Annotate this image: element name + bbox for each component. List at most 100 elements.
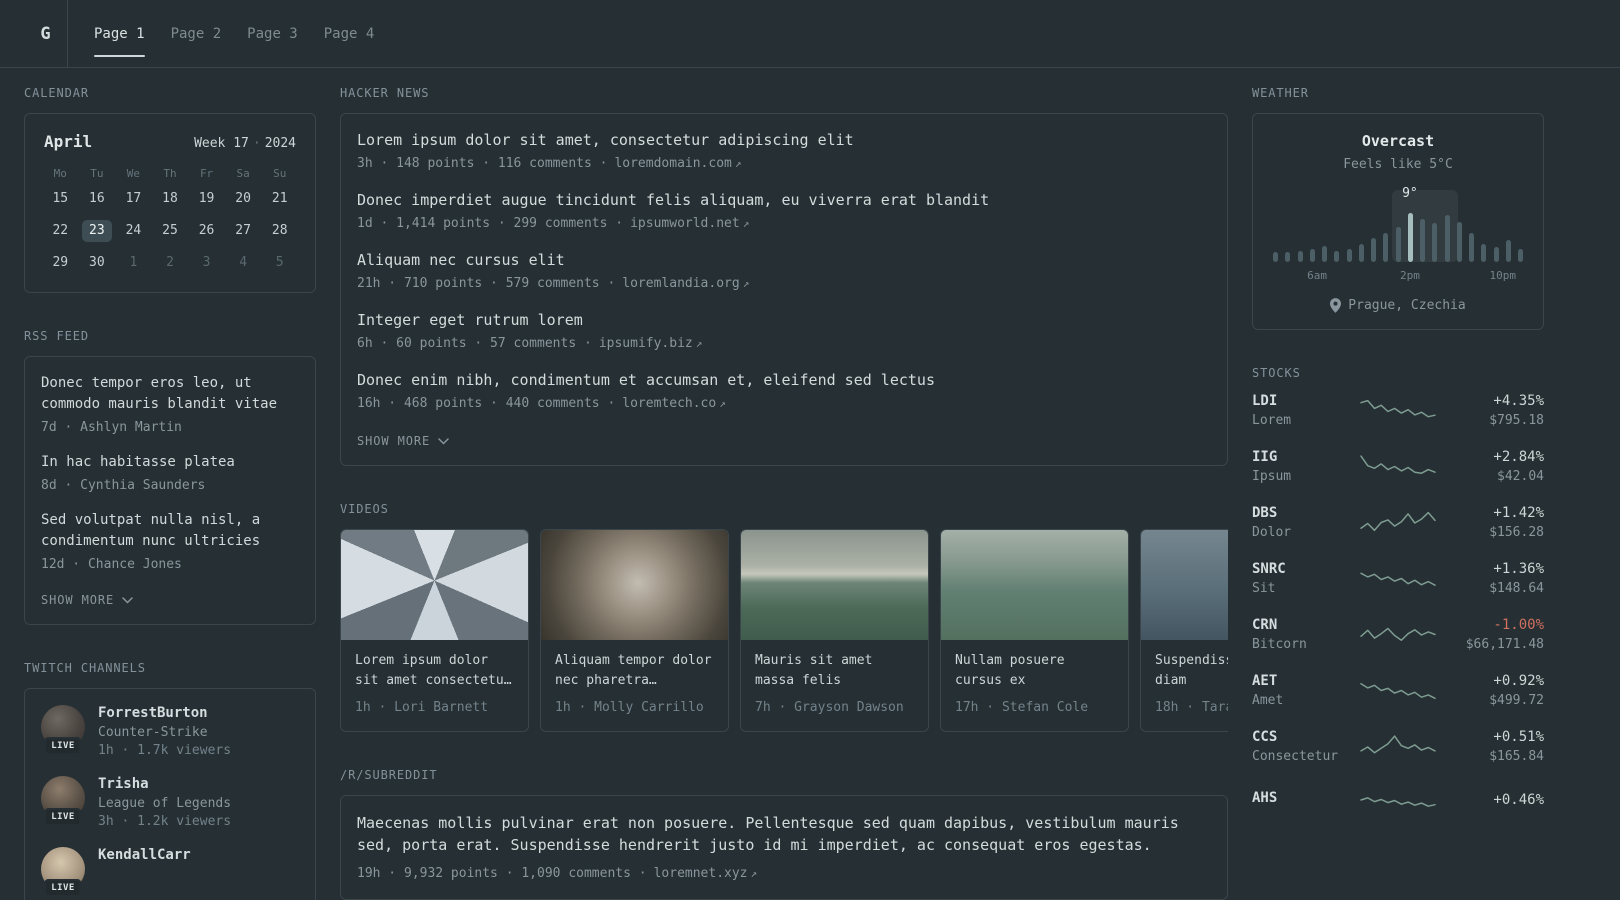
tab-page-2[interactable]: Page 2 bbox=[171, 0, 222, 67]
video-card[interactable]: Lorem ipsum dolor sit amet consectetu… 1… bbox=[340, 529, 529, 732]
video-card[interactable]: Nullam posuere cursus ex 17h · Stefan Co… bbox=[940, 529, 1129, 732]
calendar-day-cell: 27 bbox=[235, 223, 251, 238]
video-card[interactable]: Mauris sit amet massa felis 7h · Grayson… bbox=[740, 529, 929, 732]
rss-item-title[interactable]: Sed volutpat nulla nisl, a condimentum n… bbox=[41, 510, 299, 552]
chevron-down-icon bbox=[122, 596, 133, 604]
hn-item-title[interactable]: Donec enim nibh, condimentum et accumsan… bbox=[357, 370, 1211, 391]
calendar-day-cell: 1 bbox=[129, 255, 138, 270]
tab-page-3[interactable]: Page 3 bbox=[247, 0, 298, 67]
stock-row[interactable]: DBS Dolor +1.42% $156.28 bbox=[1252, 505, 1544, 540]
external-link-icon: ↗ bbox=[734, 157, 742, 170]
stock-row[interactable]: AHS +0.46% bbox=[1252, 785, 1544, 815]
stock-row[interactable]: AET Amet +0.92% $499.72 bbox=[1252, 673, 1544, 708]
stock-symbol: AET bbox=[1252, 673, 1278, 689]
weather-feels-like: Feels like 5°C bbox=[1343, 157, 1453, 172]
weather-bar bbox=[1297, 250, 1303, 262]
dow-label: Th bbox=[163, 167, 177, 180]
video-thumbnail bbox=[1141, 530, 1228, 640]
stock-price: $795.18 bbox=[1489, 413, 1544, 428]
domain-text: loremtech.co bbox=[622, 396, 717, 411]
separator-dot: · bbox=[252, 136, 261, 151]
weather-widget: WEATHER Overcast Feels like 5°C 9° 6am 2pm… bbox=[1252, 86, 1544, 330]
stock-row[interactable]: CCS Consectetur +0.51% $165.84 bbox=[1252, 729, 1544, 764]
stock-row[interactable]: IIG Ipsum +2.84% $42.04 bbox=[1252, 449, 1544, 484]
subreddit-post-domain[interactable]: loremnet.xyz ↗ bbox=[654, 866, 758, 881]
page-tabs: Page 1 Page 2 Page 3 Page 4 bbox=[94, 0, 374, 67]
stock-sparkline bbox=[1360, 627, 1436, 641]
calendar-day-cell: 22 bbox=[52, 223, 69, 238]
hn-item-domain[interactable]: loremtech.co ↗ bbox=[622, 396, 726, 411]
stock-values: +0.92% $499.72 bbox=[1437, 673, 1544, 708]
stock-row[interactable]: CRN Bitcorn -1.00% $66,171.48 bbox=[1252, 617, 1544, 652]
channel-game: League of Legends bbox=[98, 796, 232, 811]
dow-label: We bbox=[126, 167, 141, 180]
hn-item-domain[interactable]: ipsumify.biz ↗ bbox=[599, 336, 703, 351]
stock-name: Bitcorn bbox=[1252, 637, 1307, 652]
external-link-icon: ↗ bbox=[742, 217, 750, 230]
calendar-day-cell: 5 bbox=[275, 255, 284, 270]
hn-item-domain[interactable]: loremdomain.com ↗ bbox=[614, 156, 741, 171]
rss-item: Donec tempor eros leo, ut commodo mauris… bbox=[41, 373, 299, 437]
rss-widget: RSS FEED Donec tempor eros leo, ut commo… bbox=[24, 329, 316, 625]
weather-bar bbox=[1346, 248, 1352, 262]
live-badge: LIVE bbox=[44, 808, 82, 826]
channel-viewers: 1h · 1.7k viewers bbox=[98, 743, 232, 758]
hn-item-title[interactable]: Donec imperdiet augue tincidunt felis al… bbox=[357, 190, 1211, 211]
calendar-week: Week 17 bbox=[194, 136, 249, 151]
hn-item-domain[interactable]: loremlandia.org ↗ bbox=[622, 276, 749, 291]
hn-item-title[interactable]: Aliquam nec cursus elit bbox=[357, 250, 1211, 271]
channel-name[interactable]: KendallCarr bbox=[98, 847, 191, 863]
hn-item-meta: 3h · 148 points · 116 comments · loremdom… bbox=[357, 154, 1211, 173]
hn-item-title[interactable]: Lorem ipsum dolor sit amet, consectetur … bbox=[357, 130, 1211, 151]
tab-page-1[interactable]: Page 1 bbox=[94, 0, 145, 67]
channel-info: Trisha League of Legends 3h · 1.2k viewe… bbox=[98, 776, 231, 829]
video-card[interactable]: Suspendisse diam 18h · Tara bbox=[1140, 529, 1228, 732]
rss-item-title[interactable]: In hac habitasse platea bbox=[41, 452, 299, 473]
twitch-channel-row: LIVE ForrestBurton Counter-Strike 1h · 1… bbox=[41, 705, 299, 758]
video-title: Nullam posuere cursus ex bbox=[955, 653, 1065, 688]
hn-item-stats: 21h · 710 points · 579 comments · bbox=[357, 276, 616, 291]
subreddit-post-title[interactable]: Maecenas mollis pulvinar erat non posuer… bbox=[357, 812, 1211, 856]
weather-bar bbox=[1505, 240, 1511, 262]
hn-item-title[interactable]: Integer eget rutrum lorem bbox=[357, 310, 1211, 331]
stock-row[interactable]: SNRC Sit +1.36% $148.64 bbox=[1252, 561, 1544, 596]
external-link-icon: ↗ bbox=[750, 867, 758, 880]
weather-bar bbox=[1493, 247, 1499, 262]
channel-info: ForrestBurton Counter-Strike 1h · 1.7k v… bbox=[98, 705, 231, 758]
hn-item-stats: 3h · 148 points · 116 comments · bbox=[357, 156, 608, 171]
show-more-label: SHOW MORE bbox=[357, 434, 431, 448]
hacker-news-widget: HACKER NEWS Lorem ipsum dolor sit amet, … bbox=[340, 86, 1228, 466]
channel-name[interactable]: ForrestBurton bbox=[98, 705, 231, 721]
calendar-header: April Week 17 · 2024 bbox=[42, 132, 298, 151]
calendar-day-selected: 23 bbox=[81, 220, 112, 242]
calendar-day-cell: 21 bbox=[271, 191, 288, 206]
stock-change: +0.51% bbox=[1493, 729, 1544, 745]
channel-name[interactable]: Trisha bbox=[98, 776, 231, 792]
video-card[interactable]: Aliquam tempor dolor nec pharetra… 1h · … bbox=[540, 529, 729, 732]
hn-item-stats: 1d · 1,414 points · 299 comments · bbox=[357, 216, 624, 231]
top-nav-bar: G Page 1 Page 2 Page 3 Page 4 bbox=[0, 0, 1620, 68]
app-logo[interactable]: G bbox=[24, 0, 68, 67]
avatar: LIVE bbox=[41, 705, 85, 755]
external-link-icon: ↗ bbox=[719, 397, 726, 410]
stock-values: +4.35% $795.18 bbox=[1437, 393, 1544, 428]
stock-id: CCS Consectetur bbox=[1252, 729, 1359, 764]
video-meta: 1h · Molly Carrillo bbox=[555, 700, 704, 715]
rss-show-more-button[interactable]: SHOW MORE bbox=[41, 593, 133, 607]
videos-section-title: VIDEOS bbox=[340, 502, 389, 516]
twitch-channel-row: LIVE KendallCarr bbox=[41, 847, 299, 897]
tab-page-4[interactable]: Page 4 bbox=[324, 0, 375, 67]
calendar-day-cell: 3 bbox=[202, 255, 211, 270]
hn-item-meta: 1d · 1,414 points · 299 comments · ipsumw… bbox=[357, 214, 1211, 233]
subreddit-section-title: /R/SUBREDDIT bbox=[340, 768, 438, 782]
stock-change: +2.84% bbox=[1493, 449, 1544, 465]
rss-item-title[interactable]: Donec tempor eros leo, ut commodo mauris… bbox=[41, 373, 299, 415]
hn-item-domain[interactable]: ipsumworld.net ↗ bbox=[630, 216, 749, 231]
domain-text: loremlandia.org bbox=[622, 276, 740, 291]
stock-row[interactable]: LDI Lorem +4.35% $795.18 bbox=[1252, 393, 1544, 428]
videos-row: Lorem ipsum dolor sit amet consectetu… 1… bbox=[340, 529, 1228, 732]
calendar-day-cell: 28 bbox=[271, 223, 288, 238]
channel-game: Counter-Strike bbox=[98, 725, 208, 740]
hn-show-more-button[interactable]: SHOW MORE bbox=[357, 434, 449, 448]
weather-time-label: 2pm bbox=[1399, 269, 1420, 282]
